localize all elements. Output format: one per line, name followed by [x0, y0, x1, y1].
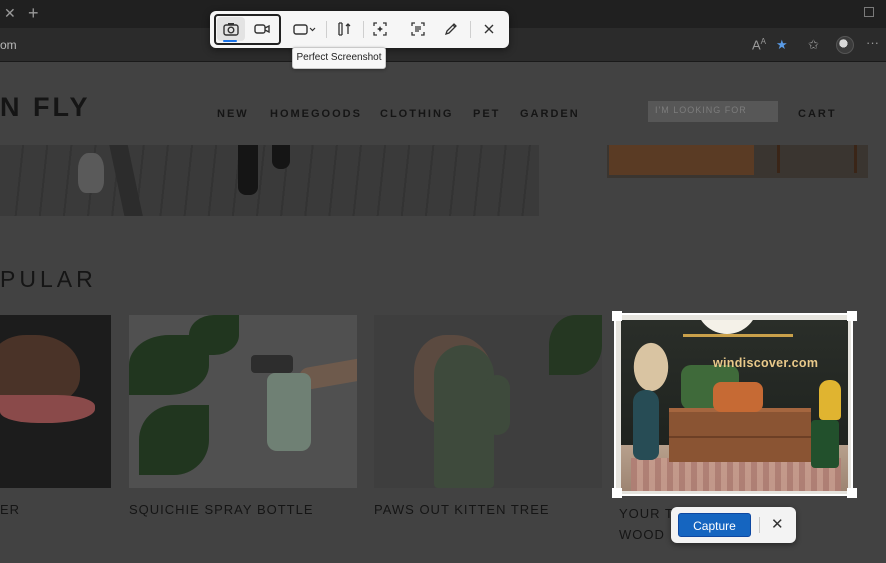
- cart-link[interactable]: CART: [798, 108, 837, 120]
- url-text[interactable]: om: [0, 38, 17, 52]
- read-aloud-icon[interactable]: AA: [752, 37, 766, 52]
- window-restore-icon[interactable]: [864, 7, 874, 17]
- site-logo[interactable]: N FLY: [0, 92, 91, 123]
- favorite-star-icon[interactable]: ★: [776, 37, 788, 53]
- capture-selection-area[interactable]: [614, 313, 853, 496]
- more-icon[interactable]: ···: [866, 35, 879, 50]
- nav-clothing[interactable]: CLOTHING: [380, 108, 453, 120]
- ai-select-button[interactable]: [366, 17, 394, 41]
- close-icon: [484, 24, 494, 34]
- hero-image-furniture: [607, 145, 868, 178]
- snipping-toolbar: [210, 11, 509, 48]
- tab-close-icon[interactable]: ✕: [4, 5, 16, 22]
- rectangle-mode-dropdown[interactable]: [288, 17, 322, 41]
- product-label-4[interactable]: YOUR T WOOD: [619, 503, 679, 545]
- video-mode-button[interactable]: [248, 17, 276, 41]
- resize-handle-top-left[interactable]: [612, 311, 622, 321]
- profile-avatar[interactable]: [836, 36, 854, 54]
- favorites-icon[interactable]: ✩: [808, 37, 819, 53]
- capture-button[interactable]: Capture: [678, 513, 751, 537]
- nav-garden[interactable]: GARDEN: [520, 108, 580, 120]
- camera-icon: [223, 23, 239, 36]
- text-scan-icon: [411, 22, 425, 36]
- hero-image-street: [0, 145, 539, 216]
- markup-pen-button[interactable]: [437, 17, 465, 41]
- divider: [363, 21, 364, 38]
- rectangle-mode-icon: [293, 24, 316, 35]
- video-icon: [254, 24, 270, 34]
- divider: [326, 21, 327, 38]
- close-icon[interactable]: ✕: [771, 515, 784, 533]
- product-label-2[interactable]: SQUICHIE SPRAY BOTTLE: [129, 502, 314, 517]
- section-title-popular: PULAR: [0, 266, 97, 292]
- nav-homegoods[interactable]: HOMEGOODS: [270, 108, 362, 120]
- active-indicator: [223, 40, 237, 42]
- ai-select-icon: [373, 22, 387, 36]
- watermark-text: windiscover.com: [713, 356, 819, 370]
- tooltip: Perfect Screenshot: [292, 47, 386, 69]
- nav-new[interactable]: NEW: [217, 108, 249, 120]
- product-label-3[interactable]: PAWS OUT KITTEN TREE: [374, 502, 550, 517]
- product-image-kitten-tree[interactable]: [374, 315, 602, 488]
- search-input[interactable]: I'M LOOKING FOR: [648, 101, 778, 122]
- divider: [759, 517, 760, 533]
- pen-icon: [444, 23, 457, 36]
- screenshot-mode-button[interactable]: [217, 17, 245, 41]
- new-tab-icon[interactable]: +: [28, 3, 39, 24]
- resize-handle-bottom-left[interactable]: [612, 488, 622, 498]
- close-toolbar-button[interactable]: [475, 17, 503, 41]
- product-image-dog[interactable]: [0, 315, 111, 488]
- perfect-screenshot-button[interactable]: [330, 17, 358, 41]
- text-scan-button[interactable]: [404, 17, 432, 41]
- product-label-1[interactable]: ER: [0, 502, 20, 517]
- capture-toolbar: Capture ✕: [671, 507, 796, 543]
- nav-pet[interactable]: PET: [473, 108, 500, 120]
- resize-handle-top-right[interactable]: [847, 311, 857, 321]
- divider: [470, 21, 471, 38]
- perfect-screenshot-icon: [338, 22, 351, 36]
- product-image-spray-bottle[interactable]: [129, 315, 357, 488]
- resize-handle-bottom-right[interactable]: [847, 488, 857, 498]
- product-image-bench: [621, 320, 848, 491]
